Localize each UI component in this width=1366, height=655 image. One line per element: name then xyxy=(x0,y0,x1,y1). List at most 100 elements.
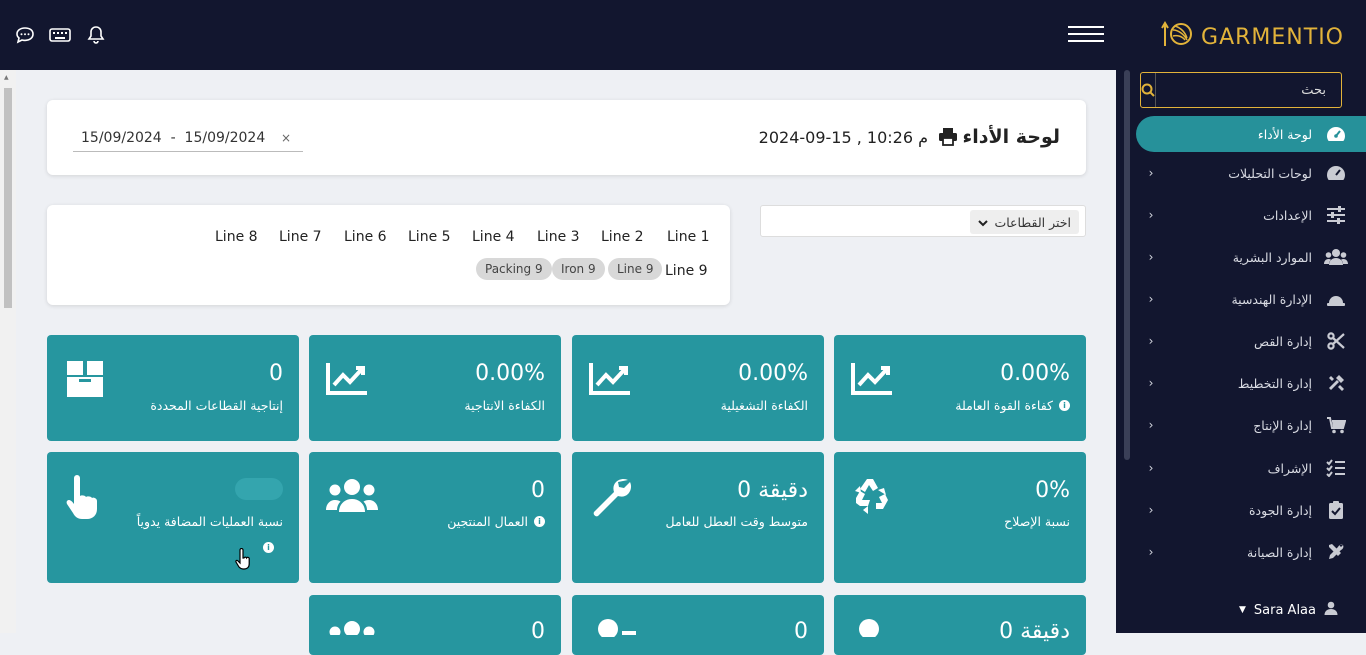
sidebar-item-production[interactable]: إدارة الإنتاج ‹ xyxy=(1136,407,1366,443)
stat-label: كفاءة القوة العاملة i xyxy=(955,398,1070,413)
helmet-icon xyxy=(1324,289,1348,309)
wrench-icon xyxy=(588,474,634,524)
main-scrollbar[interactable]: ▲ xyxy=(0,70,16,633)
stat-value: 0.00% xyxy=(738,361,808,386)
info-icon[interactable]: i xyxy=(534,516,545,527)
stat-label: الكفاءة التشغيلية xyxy=(720,398,808,413)
bell-icon[interactable] xyxy=(85,24,107,46)
stat-label: إنتاجية القطاعات المحددة xyxy=(150,398,283,413)
stat-label: نسبة الإصلاح xyxy=(1004,514,1070,529)
stat-card[interactable]: 0.00% كفاءة القوة العاملة i xyxy=(834,335,1086,441)
sidebar-item-analytics[interactable]: لوحات التحليلات ‹ xyxy=(1136,155,1366,191)
sidebar-item-planning[interactable]: إدارة التخطيط ‹ xyxy=(1136,365,1366,401)
stat-card[interactable]: 0 دقيقة xyxy=(834,595,1086,655)
line-item[interactable]: Line 7 xyxy=(279,229,322,245)
print-icon[interactable] xyxy=(938,127,958,151)
line-item[interactable]: Line 6 xyxy=(344,229,387,245)
stat-value: 0% xyxy=(1035,478,1070,503)
stat-value: 0.00% xyxy=(475,361,545,386)
line-chip[interactable]: Line 9 xyxy=(608,258,663,280)
chat-icon[interactable] xyxy=(14,24,36,46)
date-range-picker[interactable]: 15/09/2024 - 15/09/2024 × xyxy=(73,124,303,152)
line-chip[interactable]: Iron 9 xyxy=(552,258,605,280)
line-item[interactable]: Line 3 xyxy=(537,229,580,245)
dashboard-icon xyxy=(1324,124,1348,144)
stat-card[interactable]: 0 xyxy=(572,595,824,655)
chevron-left-icon: ‹ xyxy=(1148,250,1154,264)
keyboard-icon[interactable] xyxy=(49,24,71,46)
sector-select[interactable]: اختر القطاعات xyxy=(760,205,1086,237)
line-item[interactable]: Line 4 xyxy=(472,229,515,245)
sliders-icon xyxy=(1324,205,1348,225)
user-menu[interactable]: ▼ Sara Alaa xyxy=(1116,587,1366,633)
clipboard-check-icon xyxy=(1324,500,1348,520)
user-name: Sara Alaa xyxy=(1253,602,1316,618)
brand-logo[interactable]: GARMENTIO xyxy=(1161,20,1344,54)
sidebar-item-cutting[interactable]: إدارة القص ‹ xyxy=(1136,323,1366,359)
stat-card[interactable]: 0.00% الكفاءة التشغيلية xyxy=(572,335,824,441)
sidebar-item-settings[interactable]: الإعدادات ‹ xyxy=(1136,197,1366,233)
stat-card[interactable]: نسبة العمليات المضافة يدوياً i xyxy=(47,452,299,583)
logo-icon xyxy=(1161,20,1195,54)
brand-name: GARMENTIO xyxy=(1201,24,1344,50)
chevron-left-icon: ‹ xyxy=(1148,166,1154,180)
sidebar-item-label: لوحات التحليلات xyxy=(1228,165,1312,181)
sidebar-item-engineering[interactable]: الإدارة الهندسية ‹ xyxy=(1136,281,1366,317)
chevron-left-icon: ‹ xyxy=(1148,334,1154,348)
info-icon[interactable]: i xyxy=(1059,400,1070,411)
stat-label: العمال المنتجين i xyxy=(447,514,545,529)
info-icon[interactable]: i xyxy=(263,542,274,553)
line-item[interactable]: Line 5 xyxy=(408,229,451,245)
mouse-cursor-icon xyxy=(235,547,251,574)
sidebar-item-label: إدارة الجودة xyxy=(1249,502,1312,518)
search-icon[interactable] xyxy=(1141,73,1156,107)
page-title: لوحة الأداء xyxy=(962,126,1060,148)
clear-date-icon[interactable]: × xyxy=(281,131,291,145)
stat-value: 0 دقيقة xyxy=(737,478,808,503)
stat-label: الكفاءة الانتاجية xyxy=(464,398,545,413)
stat-card[interactable]: 0.00% الكفاءة الانتاجية xyxy=(309,335,561,441)
stat-value: 0 xyxy=(794,619,808,644)
scroll-up-icon[interactable]: ▲ xyxy=(4,74,9,81)
wrench-screwdriver-icon xyxy=(1324,542,1348,562)
sector-select-trigger[interactable]: اختر القطاعات xyxy=(970,210,1079,234)
scroll-thumb[interactable] xyxy=(4,88,12,308)
sidebar-item-quality[interactable]: إدارة الجودة ‹ xyxy=(1136,492,1366,528)
stat-card[interactable]: 0% نسبة الإصلاح xyxy=(834,452,1086,583)
stat-card[interactable]: 0 xyxy=(309,595,561,655)
stat-value: 0 xyxy=(531,619,545,644)
sidebar-scrollbar[interactable] xyxy=(1124,70,1130,460)
menu-toggle-button[interactable] xyxy=(1068,26,1104,44)
chevron-left-icon: ‹ xyxy=(1148,503,1154,517)
sidebar-item-maintenance[interactable]: إدارة الصيانة ‹ xyxy=(1136,534,1366,570)
sidebar-item-label: إدارة القص xyxy=(1254,333,1312,349)
chart-line-icon xyxy=(588,361,632,401)
sidebar-search[interactable] xyxy=(1140,72,1346,108)
sidebar-item-hr[interactable]: الموارد البشرية ‹ xyxy=(1136,239,1366,275)
stat-value: 0 دقيقة xyxy=(999,619,1070,644)
stat-card[interactable]: 0 دقيقة متوسط وقت العطل للعامل xyxy=(572,452,824,583)
caret-down-icon: ▼ xyxy=(1238,605,1246,615)
line-item[interactable]: Line 1 xyxy=(667,229,710,245)
sidebar-item-dashboard[interactable]: لوحة الأداء xyxy=(1136,116,1366,152)
header-card: لوحة الأداء 2024-09-15 , 10:26 م 15/09/2… xyxy=(47,100,1086,175)
hand-pointer-icon xyxy=(63,474,103,524)
sidebar: لوحة الأداء لوحات التحليلات ‹ الإعدادات … xyxy=(1116,70,1366,633)
line-item[interactable]: Line 9 xyxy=(665,263,708,279)
stat-value: 0.00% xyxy=(1000,361,1070,386)
sidebar-item-label: الإشراف xyxy=(1267,460,1312,476)
line-chip[interactable]: Packing 9 xyxy=(476,258,552,280)
search-input[interactable] xyxy=(1156,73,1346,107)
chart-line-icon xyxy=(850,361,894,401)
sidebar-item-label: الإدارة الهندسية xyxy=(1231,291,1312,307)
line-item[interactable]: Line 2 xyxy=(601,229,644,245)
cart-icon xyxy=(1324,415,1348,435)
chevron-left-icon: ‹ xyxy=(1148,208,1154,222)
sidebar-item-supervision[interactable]: الإشراف ‹ xyxy=(1136,450,1366,486)
date-range-value: 15/09/2024 - 15/09/2024 xyxy=(81,129,266,146)
sidebar-item-label: لوحة الأداء xyxy=(1257,126,1312,142)
stat-label: نسبة العمليات المضافة يدوياً xyxy=(136,514,283,529)
stat-card[interactable]: 0 إنتاجية القطاعات المحددة xyxy=(47,335,299,441)
stat-card[interactable]: 0 العمال المنتجين i xyxy=(309,452,561,583)
line-item[interactable]: Line 8 xyxy=(215,229,258,245)
